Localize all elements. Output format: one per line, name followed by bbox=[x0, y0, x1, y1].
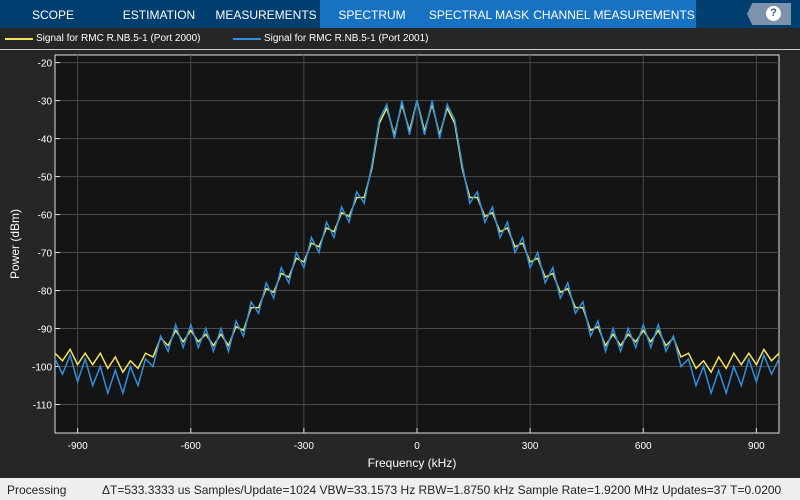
status-state: Processing bbox=[7, 483, 67, 497]
x-axis-label: Frequency (kHz) bbox=[368, 456, 457, 470]
y-tick-label: -60 bbox=[38, 211, 53, 222]
legend-item-port-2000[interactable]: Signal for RMC R.NB.5-1 (Port 2000) bbox=[5, 33, 201, 44]
legend: Signal for RMC R.NB.5-1 (Port 2000) Sign… bbox=[0, 28, 800, 50]
spectrum-chart: -900 -600 -300 0 300 600 900 -20 -30 -40 -50 -60 -70… bbox=[8, 54, 780, 470]
x-tick-label: 0 bbox=[414, 441, 420, 452]
tab-spectrum[interactable]: SPECTRUM bbox=[338, 0, 405, 28]
status-info: ΔT=533.3333 us Samples/Update=1024 VBW=3… bbox=[102, 483, 782, 497]
x-tick-label: -900 bbox=[68, 441, 88, 452]
x-tick-label: -300 bbox=[294, 441, 314, 452]
tab-channel-measurements[interactable]: CHANNEL MEASUREMENTS bbox=[533, 0, 695, 28]
help-icon: ? bbox=[766, 6, 781, 21]
y-tick-label: -100 bbox=[32, 363, 52, 374]
legend-label: Signal for RMC R.NB.5-1 (Port 2001) bbox=[264, 33, 429, 44]
tab-estimation[interactable]: ESTIMATION bbox=[123, 0, 195, 28]
tab-spectral-mask[interactable]: SPECTRAL MASK bbox=[429, 0, 529, 28]
y-tick-label: -30 bbox=[38, 97, 53, 108]
legend-swatch bbox=[233, 37, 261, 40]
x-tick-label: 600 bbox=[635, 441, 652, 452]
x-tick-label: -600 bbox=[181, 441, 201, 452]
legend-swatch bbox=[5, 37, 33, 40]
legend-label: Signal for RMC R.NB.5-1 (Port 2000) bbox=[36, 33, 201, 44]
tab-scope[interactable]: SCOPE bbox=[32, 0, 74, 28]
y-tick-label: -90 bbox=[38, 325, 53, 336]
legend-item-port-2001[interactable]: Signal for RMC R.NB.5-1 (Port 2001) bbox=[233, 33, 429, 44]
y-axis-label: Power (dBm) bbox=[8, 209, 22, 279]
status-bar: Processing ΔT=533.3333 us Samples/Update… bbox=[0, 478, 800, 500]
help-button[interactable]: ? bbox=[747, 3, 791, 25]
y-tick-label: -80 bbox=[38, 287, 53, 298]
y-tick-label: -20 bbox=[38, 59, 53, 70]
x-tick-label: 300 bbox=[522, 441, 539, 452]
tab-bar: SCOPE ESTIMATION MEASUREMENTS SPECTRUM S… bbox=[0, 0, 800, 28]
y-tick-label: -50 bbox=[38, 173, 53, 184]
tab-measurements[interactable]: MEASUREMENTS bbox=[215, 0, 316, 28]
y-tick-label: -40 bbox=[38, 135, 53, 146]
y-tick-label: -110 bbox=[33, 401, 53, 412]
x-tick-label: 900 bbox=[748, 441, 765, 452]
y-tick-label: -70 bbox=[38, 249, 53, 260]
